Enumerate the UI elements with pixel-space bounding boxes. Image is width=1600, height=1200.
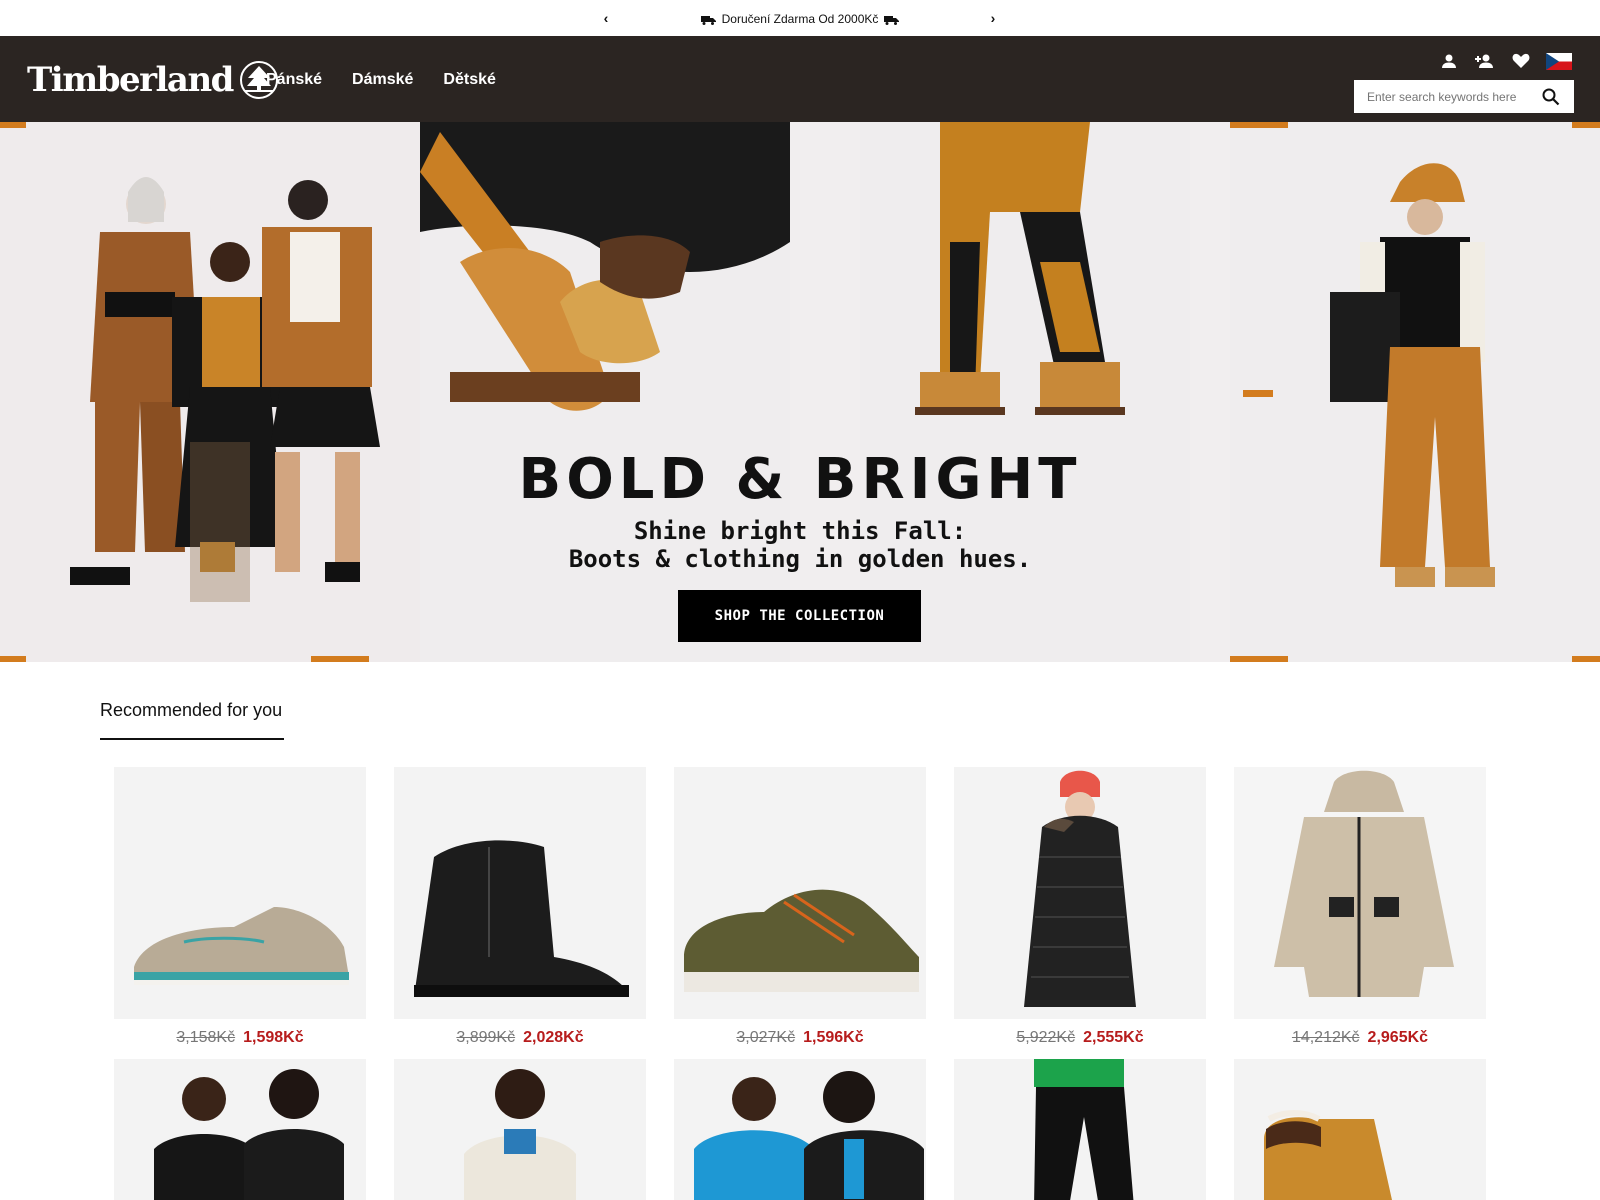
sale-price: 1,596Kč <box>803 1029 864 1046</box>
product-image-black-boot[interactable] <box>394 767 646 1019</box>
nav-womens[interactable]: Dámské <box>352 71 413 89</box>
logo-text: Timberland <box>27 60 234 100</box>
product-card[interactable] <box>1234 1059 1486 1200</box>
czech-flag-icon[interactable] <box>1546 52 1572 70</box>
product-image-blue-jackets[interactable] <box>674 1059 926 1200</box>
promo-message: Doručení Zdarma Od 2000Kč <box>0 12 1600 26</box>
decor-tick <box>1243 390 1273 397</box>
price-block: 14,212Kč 2,965Kč <box>1234 1029 1486 1047</box>
product-card[interactable]: 14,212Kč 2,965Kč <box>1234 767 1486 1047</box>
decor-tick <box>311 656 369 662</box>
sale-price: 1,598Kč <box>243 1029 304 1046</box>
decor-tick <box>1572 122 1600 128</box>
hero-group-image <box>0 122 420 662</box>
promo-bar: ‹ Doručení Zdarma Od 2000Kč › <box>0 0 1600 38</box>
hero-banner[interactable]: BOLD & BRIGHT Shine bright this Fall: Bo… <box>0 122 1600 662</box>
product-card[interactable]: 3,158Kč 1,598Kč <box>114 767 366 1047</box>
timberland-logo[interactable]: Timberland <box>27 60 279 100</box>
truck-icon <box>883 15 899 25</box>
hero-crouch-image <box>420 122 790 662</box>
decor-tick <box>1230 656 1288 662</box>
sale-price: 2,965Kč <box>1367 1029 1429 1046</box>
hero-subtitle-line2: Boots & clothing in golden hues. <box>568 545 1032 573</box>
decor-tick <box>1572 656 1600 662</box>
main-nav: Pánské Dámské Dětské <box>266 71 496 89</box>
sale-price: 2,555Kč <box>1083 1029 1144 1046</box>
decor-tick <box>0 656 26 662</box>
product-card[interactable] <box>394 1059 646 1200</box>
search-box <box>1354 80 1574 113</box>
product-image-olive-sneaker[interactable] <box>674 767 926 1019</box>
hero-tote-image <box>1230 122 1600 662</box>
product-card[interactable]: 3,899Kč 2,028Kč <box>394 767 646 1047</box>
truck-icon <box>701 15 717 25</box>
nav-kids[interactable]: Dětské <box>443 71 495 89</box>
price-block: 3,899Kč 2,028Kč <box>394 1029 646 1047</box>
price-block: 5,922Kč 2,555Kč <box>954 1029 1206 1047</box>
product-image-fleece-jackets[interactable] <box>114 1059 366 1200</box>
product-image-boat-shoe[interactable] <box>114 767 366 1019</box>
search-input[interactable] <box>1354 80 1536 113</box>
old-price: 5,922Kč <box>1016 1029 1076 1046</box>
section-underline <box>100 738 284 740</box>
promo-next-arrow[interactable]: › <box>986 10 1000 26</box>
product-card[interactable] <box>674 1059 926 1200</box>
old-price: 3,027Kč <box>736 1029 796 1046</box>
product-card[interactable]: 5,922Kč 2,555Kč <box>954 767 1206 1047</box>
product-image-puffer-coat[interactable] <box>954 767 1206 1019</box>
product-image-black-pants[interactable] <box>954 1059 1206 1200</box>
decor-tick <box>1230 122 1288 128</box>
product-image-fleece-pullover[interactable] <box>394 1059 646 1200</box>
utility-icons <box>1438 50 1572 72</box>
heart-icon[interactable] <box>1510 50 1532 72</box>
price-block: 3,027Kč 1,596Kč <box>674 1029 926 1047</box>
product-image-wheat-boot[interactable] <box>1234 1059 1486 1200</box>
hero-title: BOLD & BRIGHT <box>518 447 1082 512</box>
promo-message-text: Doručení Zdarma Od 2000Kč <box>721 12 879 26</box>
sale-price: 2,028Kč <box>523 1029 584 1046</box>
add-user-icon[interactable] <box>1474 50 1496 72</box>
section-title: Recommended for you <box>100 700 283 720</box>
old-price: 3,158Kč <box>176 1029 236 1046</box>
search-icon[interactable] <box>1536 80 1566 113</box>
site-header: Timberland Pánské Dámské Dětské <box>0 38 1600 122</box>
shop-collection-button[interactable]: SHOP THE COLLECTION <box>678 590 921 642</box>
hero-legs-image <box>860 122 1190 662</box>
hero-subtitle-line1: Shine bright this Fall: <box>633 517 967 545</box>
product-card[interactable]: 3,027Kč 1,596Kč <box>674 767 926 1047</box>
decor-tick <box>0 122 26 128</box>
user-icon[interactable] <box>1438 50 1460 72</box>
hero-subtitle: Shine bright this Fall: Boots & clothing… <box>0 517 1600 573</box>
product-image-parka[interactable] <box>1234 767 1486 1019</box>
price-block: 3,158Kč 1,598Kč <box>114 1029 366 1047</box>
nav-mens[interactable]: Pánské <box>266 71 322 89</box>
product-card[interactable] <box>954 1059 1206 1200</box>
old-price: 14,212Kč <box>1291 1029 1360 1046</box>
old-price: 3,899Kč <box>456 1029 516 1046</box>
product-card[interactable] <box>114 1059 366 1200</box>
